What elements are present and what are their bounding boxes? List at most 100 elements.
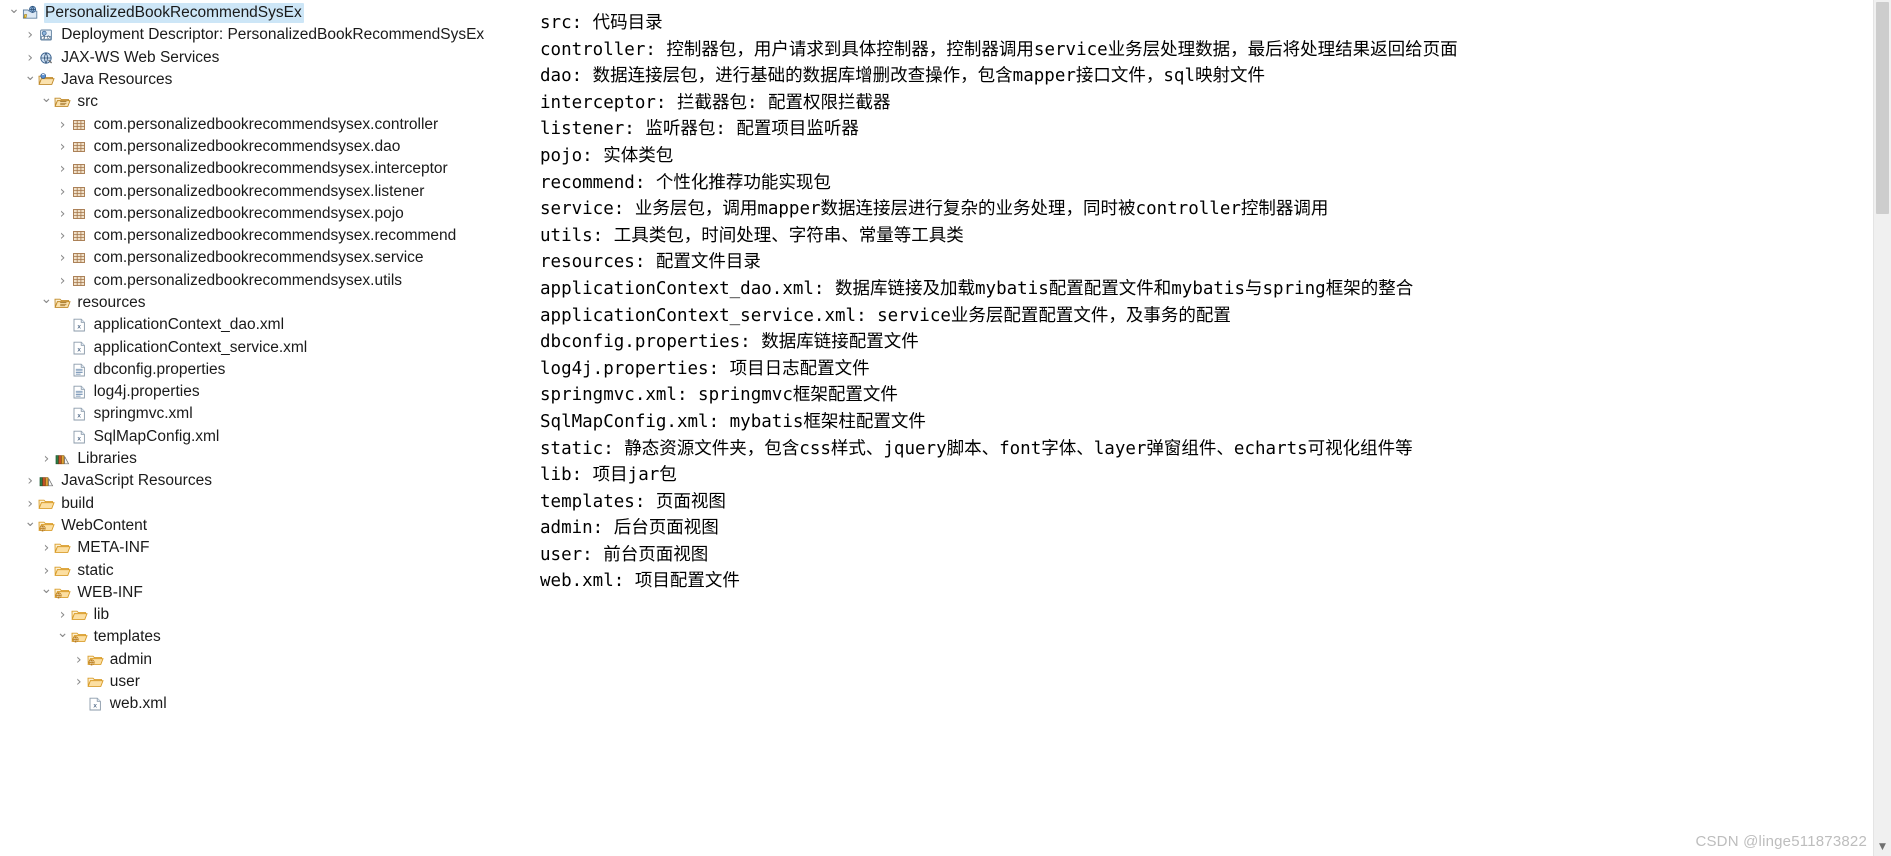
tree-item-dbconfig-properties[interactable]: dbconfig.properties bbox=[0, 359, 530, 381]
chevron-right-icon[interactable]: › bbox=[55, 140, 71, 154]
tree-item-applicationcontext-dao-xml[interactable]: x applicationContext_dao.xml bbox=[0, 314, 530, 336]
tree-item-label: Deployment Descriptor: PersonalizedBookR… bbox=[61, 26, 485, 44]
package-icon bbox=[71, 184, 89, 200]
chevron-down-icon[interactable]: ⌄ bbox=[38, 292, 54, 306]
chevron-down-icon[interactable]: ⌄ bbox=[22, 515, 38, 529]
chevron-right-icon[interactable]: › bbox=[55, 251, 71, 265]
tree-item-log4j-properties[interactable]: log4j.properties bbox=[0, 381, 530, 403]
chevron-right-icon[interactable]: › bbox=[55, 118, 71, 132]
tree-item-com-personalizedbookrecommendsysex-service[interactable]: › com.personalizedbookrecommendsysex.serv… bbox=[0, 247, 530, 269]
deployment-descriptor-icon: 3.0 bbox=[38, 27, 56, 43]
tree-item-label: com.personalizedbookrecommendsysex.utils bbox=[93, 271, 403, 289]
chevron-right-icon[interactable]: › bbox=[55, 229, 71, 243]
chevron-right-icon[interactable]: › bbox=[55, 207, 71, 221]
svg-text:x: x bbox=[77, 434, 81, 442]
chevron-right-icon[interactable]: › bbox=[55, 162, 71, 176]
tree-item-personalizedbookrecommendsysex[interactable]: ⌄ PersonalizedBookRecommendSysEx bbox=[0, 2, 530, 24]
tree-item-static[interactable]: › static bbox=[0, 559, 530, 581]
chevron-down-icon[interactable]: ⌄ bbox=[38, 91, 54, 105]
tree-item-web-xml[interactable]: x web.xml bbox=[0, 693, 530, 715]
tree-item-sqlmapconfig-xml[interactable]: x SqlMapConfig.xml bbox=[0, 426, 530, 448]
description-line: lib: 项目jar包 bbox=[540, 465, 677, 486]
tree-item-label: static bbox=[77, 561, 114, 579]
chevron-down-icon[interactable]: ⌄ bbox=[22, 69, 38, 83]
description-line: dbconfig.properties: 数据库链接配置文件 bbox=[540, 332, 919, 353]
package-icon bbox=[71, 139, 89, 155]
tree-item-label: admin bbox=[109, 650, 153, 668]
tree-item-label: resources bbox=[77, 294, 146, 311]
package-icon bbox=[71, 117, 89, 133]
chevron-right-icon[interactable]: › bbox=[38, 564, 54, 578]
xml-file-icon: x bbox=[71, 429, 89, 445]
tree-item-build[interactable]: › build bbox=[0, 493, 530, 515]
tree-item-admin[interactable]: › admin bbox=[0, 649, 530, 671]
java-resources-icon bbox=[38, 72, 56, 88]
chevron-right-icon[interactable]: › bbox=[71, 675, 87, 689]
description-line: service: 业务层包，调用mapper数据连接层进行复杂的业务处理，同时被… bbox=[540, 199, 1329, 220]
description-line: web.xml: 项目配置文件 bbox=[540, 571, 740, 592]
tree-item-label: Java Resources bbox=[61, 71, 173, 89]
tree-item-java-resources[interactable]: ⌄ Java Resources bbox=[0, 69, 530, 91]
chevron-right-icon[interactable]: › bbox=[55, 185, 71, 199]
chevron-right-icon[interactable]: › bbox=[38, 541, 54, 555]
project-explorer-panel[interactable]: ⌄ PersonalizedBookRecommendSysEx › 3.0 Deplo… bbox=[0, 0, 530, 856]
tree-item-label: com.personalizedbookrecommendsysex.servi… bbox=[93, 249, 424, 267]
tree-item-jax-ws-web-services[interactable]: › JAX-WS Web Services bbox=[0, 47, 530, 69]
description-line: controller: 控制器包，用户请求到具体控制器，控制器调用service… bbox=[540, 39, 1458, 60]
tree-item-springmvc-xml[interactable]: x springmvc.xml bbox=[0, 403, 530, 425]
tree-item-label: web.xml bbox=[109, 695, 167, 713]
chevron-down-icon[interactable]: ⌄ bbox=[6, 2, 22, 16]
description-line: applicationContext_service.xml: service业… bbox=[540, 305, 1231, 326]
tree-item-label: JavaScript Resources bbox=[61, 472, 212, 490]
tree-item-com-personalizedbookrecommendsysex-interceptor[interactable]: › com.personalizedbookrecommendsysex.inte… bbox=[0, 158, 530, 180]
chevron-down-icon[interactable]: ⌄ bbox=[38, 582, 54, 596]
tree-item-libraries[interactable]: › Libraries bbox=[0, 448, 530, 470]
tree-item-lib[interactable]: › lib bbox=[0, 604, 530, 626]
chevron-right-icon[interactable]: › bbox=[38, 452, 54, 466]
chevron-down-icon[interactable]: ⌄ bbox=[55, 626, 71, 640]
source-folder-icon bbox=[54, 94, 72, 110]
description-line: log4j.properties: 项目日志配置文件 bbox=[540, 358, 870, 379]
tree-item-com-personalizedbookrecommendsysex-dao[interactable]: › com.personalizedbookrecommendsysex.dao bbox=[0, 136, 530, 158]
tree-item-label: SqlMapConfig.xml bbox=[93, 427, 220, 445]
tree-item-user[interactable]: › user bbox=[0, 671, 530, 693]
tree-item-label: applicationContext_dao.xml bbox=[93, 316, 285, 334]
description-line: dao: 数据连接层包，进行基础的数据库增删改查操作，包含mapper接口文件，… bbox=[540, 66, 1265, 87]
tree-item-com-personalizedbookrecommendsysex-controller[interactable]: › com.personalizedbookrecommendsysex.cont… bbox=[0, 113, 530, 135]
tree-item-com-personalizedbookrecommendsysex-recommend[interactable]: › com.personalizedbookrecommendsysex.reco… bbox=[0, 225, 530, 247]
tree-item-javascript-resources[interactable]: › JavaScript Resources bbox=[0, 470, 530, 492]
svg-text:x: x bbox=[77, 323, 81, 331]
tree-item-templates[interactable]: ⌄ templates bbox=[0, 626, 530, 648]
chevron-right-icon[interactable]: › bbox=[55, 608, 71, 622]
tree-item-com-personalizedbookrecommendsysex-listener[interactable]: › com.personalizedbookrecommendsysex.list… bbox=[0, 180, 530, 202]
description-line: resources: 配置文件目录 bbox=[540, 252, 761, 273]
tree-item-resources[interactable]: ⌄ resources bbox=[0, 292, 530, 314]
chevron-right-icon[interactable]: › bbox=[22, 497, 38, 511]
project-structure-description: src: 代码目录 controller: 控制器包，用户请求到具体控制器，控制器… bbox=[540, 0, 1870, 856]
tree-item-applicationcontext-service-xml[interactable]: x applicationContext_service.xml bbox=[0, 336, 530, 358]
tree-item-src[interactable]: ⌄ src bbox=[0, 91, 530, 113]
chevron-right-icon[interactable]: › bbox=[55, 274, 71, 288]
tree-item-deployment-descriptor-personalizedbookrecommendsysex[interactable]: › 3.0 Deployment Descriptor: PersonalizedB… bbox=[0, 24, 530, 46]
web-folder-icon bbox=[54, 585, 72, 601]
project-tree[interactable]: ⌄ PersonalizedBookRecommendSysEx › 3.0 Deplo… bbox=[0, 0, 530, 716]
tree-item-com-personalizedbookrecommendsysex-pojo[interactable]: › com.personalizedbookrecommendsysex.pojo bbox=[0, 203, 530, 225]
tree-item-label: build bbox=[61, 494, 94, 512]
chevron-right-icon[interactable]: › bbox=[22, 28, 38, 42]
chevron-right-icon[interactable]: › bbox=[22, 51, 38, 65]
tree-item-meta-inf[interactable]: › META-INF bbox=[0, 537, 530, 559]
chevron-right-icon[interactable]: › bbox=[22, 474, 38, 488]
tree-item-web-inf[interactable]: ⌄ WEB-INF bbox=[0, 582, 530, 604]
page-scrollbar[interactable]: ▲ ▼ bbox=[1873, 0, 1891, 856]
tree-item-com-personalizedbookrecommendsysex-utils[interactable]: › com.personalizedbookrecommendsysex.util… bbox=[0, 270, 530, 292]
properties-file-icon bbox=[71, 384, 89, 400]
scroll-down-arrow-icon[interactable]: ▼ bbox=[1874, 839, 1891, 856]
chevron-right-icon[interactable]: › bbox=[71, 653, 87, 667]
xml-file-icon: x bbox=[71, 406, 89, 422]
description-line: listener: 监听器包: 配置项目监听器 bbox=[540, 119, 859, 140]
tree-item-label: applicationContext_service.xml bbox=[93, 338, 308, 356]
description-line: user: 前台页面视图 bbox=[540, 544, 709, 565]
scrollbar-thumb[interactable] bbox=[1876, 2, 1889, 214]
tree-item-webcontent[interactable]: ⌄ WebContent bbox=[0, 515, 530, 537]
folder-icon bbox=[87, 674, 105, 690]
